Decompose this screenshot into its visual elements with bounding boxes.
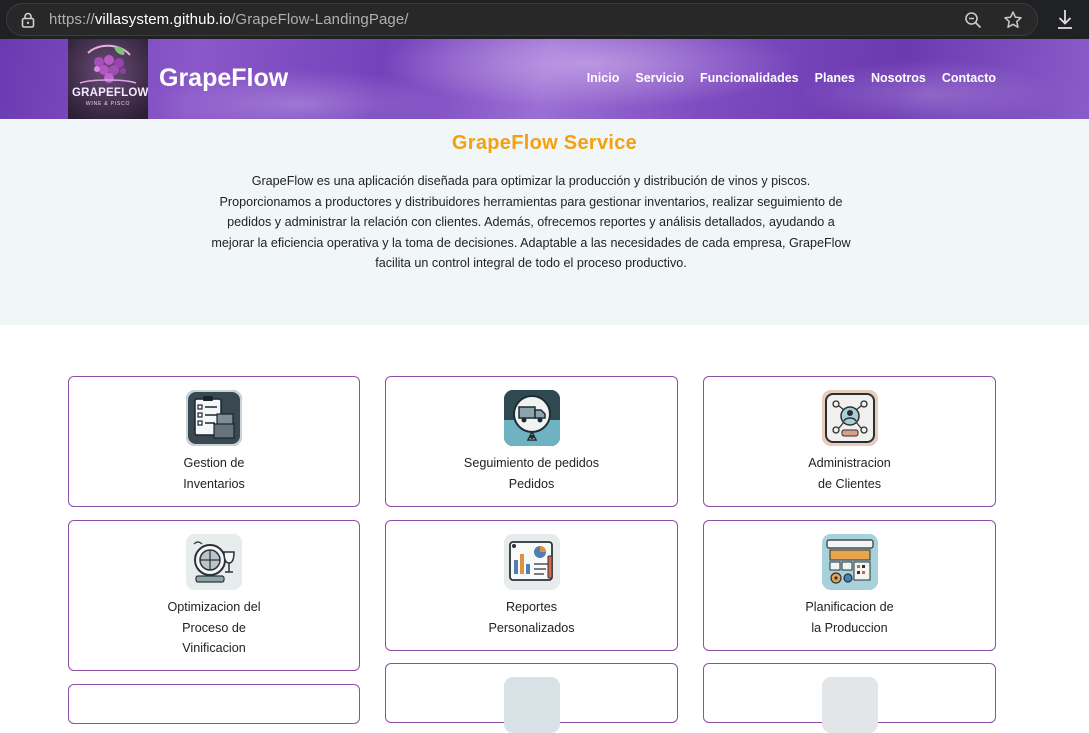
nav-planes[interactable]: Planes: [815, 71, 855, 85]
feature-card-icon: [503, 677, 560, 733]
logo-wordmark: GRAPEFLOW: [72, 87, 148, 99]
nav-servicio[interactable]: Servicio: [635, 71, 684, 85]
wine-barrel-icon: [186, 534, 242, 590]
nav-contacto[interactable]: Contacto: [942, 71, 996, 85]
zoom-icon[interactable]: [964, 11, 982, 29]
card-label-line: Administracion: [808, 456, 891, 470]
bookmark-star-icon[interactable]: [1003, 10, 1023, 30]
url-path: /GrapeFlow-LandingPage/: [231, 11, 409, 28]
main-nav: Inicio Servicio Funcionalidades Planes N…: [571, 71, 996, 85]
service-intro: GrapeFlow Service GrapeFlow es una aplic…: [0, 119, 1089, 325]
card-label-line: Reportes: [505, 600, 558, 614]
card-label-line: Planificacion de: [805, 600, 894, 614]
logo-subtitle: WINE & PISCO: [85, 101, 131, 107]
inventory-clipboard-icon: [186, 390, 242, 446]
address-bar[interactable]: https://villasystem.github.io/GrapeFlow-…: [6, 3, 1038, 36]
card-label: Administracion de Clientes: [704, 453, 995, 494]
lock-icon[interactable]: [21, 12, 35, 28]
feature-card-partial[interactable]: [68, 684, 360, 724]
card-label-line: la Produccion: [811, 620, 888, 635]
nav-funcionalidades[interactable]: Funcionalidades: [700, 71, 799, 85]
feature-card-clients[interactable]: Administracion de Clientes: [703, 376, 996, 507]
feature-card-icon: [821, 677, 878, 733]
card-label-line: Proceso de: [182, 620, 246, 635]
nav-nosotros[interactable]: Nosotros: [871, 71, 926, 85]
section-title: GrapeFlow Service: [451, 132, 638, 154]
feature-card-vinification[interactable]: Optimizacion del Proceso de Vinificacion: [68, 520, 360, 671]
browser-toolbar: https://villasystem.github.io/GrapeFlow-…: [0, 0, 1089, 39]
feature-card-planning[interactable]: Planificacion de la Produccion: [703, 520, 996, 651]
card-label: Reportes Personalizados: [386, 597, 677, 638]
feature-card-orders[interactable]: Seguimiento de pedidos Pedidos: [385, 376, 678, 507]
card-label-line: de Clientes: [817, 476, 881, 491]
card-label-line: Gestion de: [183, 456, 245, 470]
url-text[interactable]: https://villasystem.github.io/GrapeFlow-…: [49, 11, 409, 28]
client-network-icon: [821, 390, 878, 446]
card-label-line: Pedidos: [508, 476, 555, 491]
section-description: GrapeFlow es una aplicación diseñada par…: [211, 174, 851, 271]
header-background-haze: [800, 59, 1060, 119]
feature-card-reports[interactable]: Reportes Personalizados: [385, 520, 678, 651]
card-label: Planificacion de la Produccion: [704, 597, 995, 638]
card-label: Seguimiento de pedidos Pedidos: [386, 453, 677, 494]
report-chart-icon: [503, 534, 560, 590]
card-label-line: Vinificacion: [182, 641, 246, 655]
nav-inicio[interactable]: Inicio: [587, 71, 620, 85]
card-label-line: Seguimiento de pedidos: [463, 456, 600, 470]
feature-card-partial[interactable]: [385, 663, 678, 733]
grape-logo-icon: [68, 39, 148, 119]
site-header: GRAPEFLOW WINE & PISCO GrapeFlow Inicio …: [0, 39, 1089, 119]
card-label: Optimizacion del Proceso de Vinificacion: [69, 597, 359, 659]
grapeflow-logo[interactable]: GRAPEFLOW WINE & PISCO: [68, 39, 148, 119]
download-icon[interactable]: [1055, 8, 1075, 30]
brand-name[interactable]: GrapeFlow: [159, 64, 288, 93]
delivery-truck-icon: [503, 390, 560, 446]
card-label-line: Personalizados: [488, 620, 575, 635]
card-label-line: Optimizacion del: [167, 600, 261, 614]
card-label-line: Inventarios: [183, 476, 245, 491]
url-host: villasystem.github.io: [94, 11, 232, 28]
url-scheme: https://: [49, 11, 95, 28]
production-calendar-icon: [821, 534, 878, 590]
card-label: Gestion de Inventarios: [69, 453, 359, 494]
feature-card-partial[interactable]: [703, 663, 996, 733]
feature-card-inventory[interactable]: Gestion de Inventarios: [68, 376, 360, 507]
